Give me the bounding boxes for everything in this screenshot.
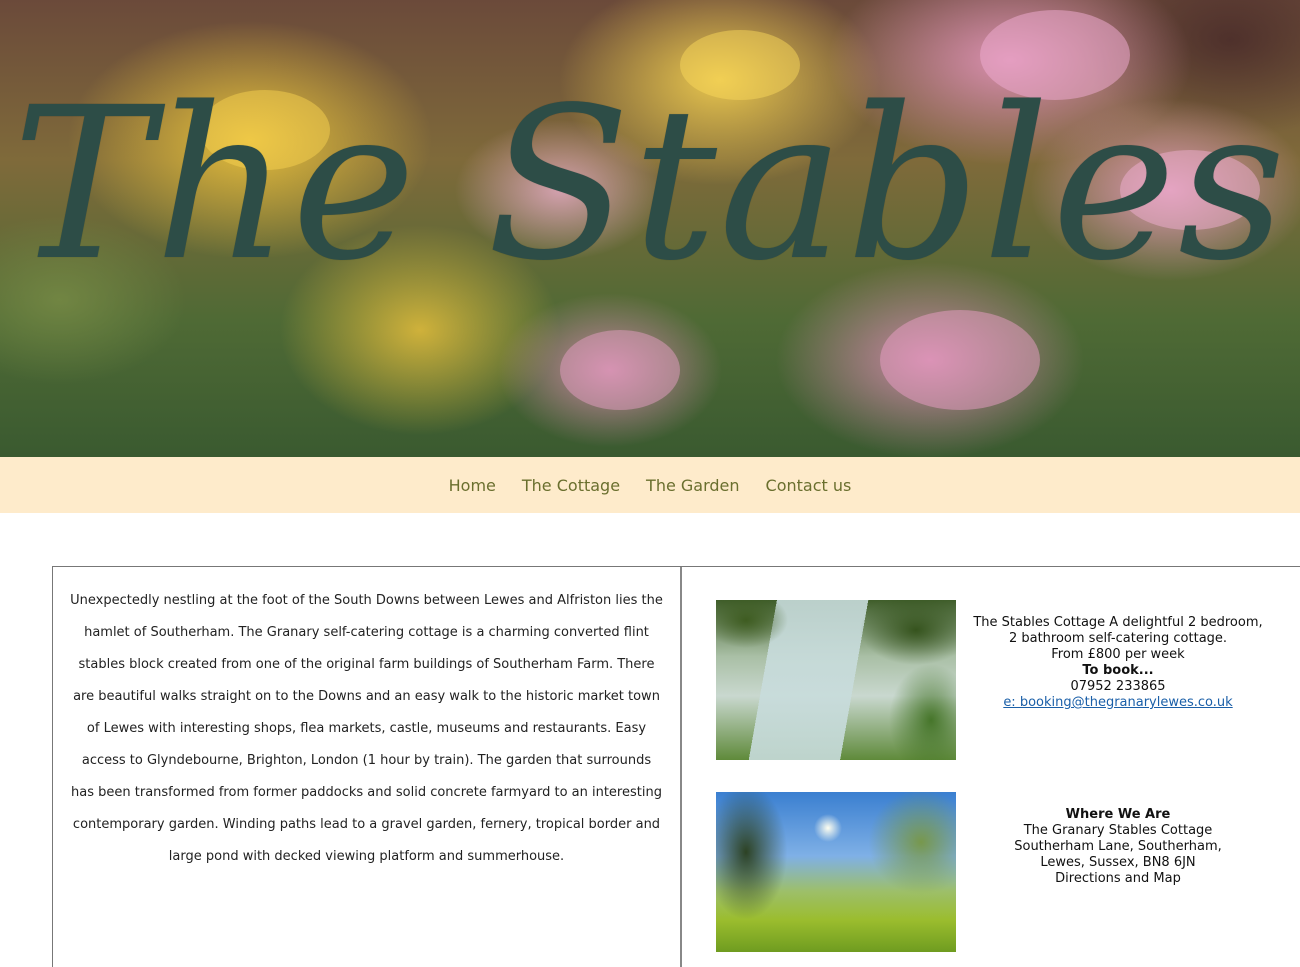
hero-banner: The Stables [0, 0, 1300, 457]
nav-contact-us[interactable]: Contact us [766, 476, 852, 495]
booking-line-2: 2 bathroom self-catering cottage. [1008, 631, 1228, 646]
location-line-3: Lewes, Sussex, BN8 6JN [1040, 855, 1196, 870]
garden-pond-photo [716, 600, 956, 760]
info-column: The Stables Cottage A delightful 2 bedro… [683, 567, 1300, 967]
location-info: Where We Are The Granary Stables Cottage… [968, 807, 1268, 887]
directions-link[interactable]: Directions and Map [968, 871, 1268, 887]
flower-decoration [880, 310, 1040, 410]
booking-phone: 07952 233865 [1070, 679, 1166, 694]
nav-home[interactable]: Home [449, 476, 496, 495]
nav-the-cottage[interactable]: The Cottage [522, 476, 620, 495]
intro-column: Unexpectedly nestling at the foot of the… [52, 567, 682, 967]
location-line-2: Southerham Lane, Southerham, [1014, 839, 1222, 854]
booking-info: The Stables Cottage A delightful 2 bedro… [968, 615, 1268, 711]
booking-heading: To book... [1082, 663, 1154, 678]
booking-price: From £800 per week [1051, 647, 1185, 662]
site-title: The Stables [12, 62, 1288, 307]
garden-lawn-photo [716, 792, 956, 952]
booking-email-link[interactable]: e: booking@thegranarylewes.co.uk [1003, 695, 1232, 710]
location-heading: Where We Are [1065, 807, 1171, 822]
flower-decoration [560, 330, 680, 410]
nav-the-garden[interactable]: The Garden [646, 476, 739, 495]
location-line-1: The Granary Stables Cottage [1023, 823, 1213, 838]
main-nav: Home The Cottage The Garden Contact us [0, 457, 1300, 513]
intro-text: Unexpectedly nestling at the foot of the… [70, 593, 663, 864]
booking-line-1: The Stables Cottage A delightful 2 bedro… [973, 615, 1263, 630]
main-content: Unexpectedly nestling at the foot of the… [52, 566, 1300, 967]
